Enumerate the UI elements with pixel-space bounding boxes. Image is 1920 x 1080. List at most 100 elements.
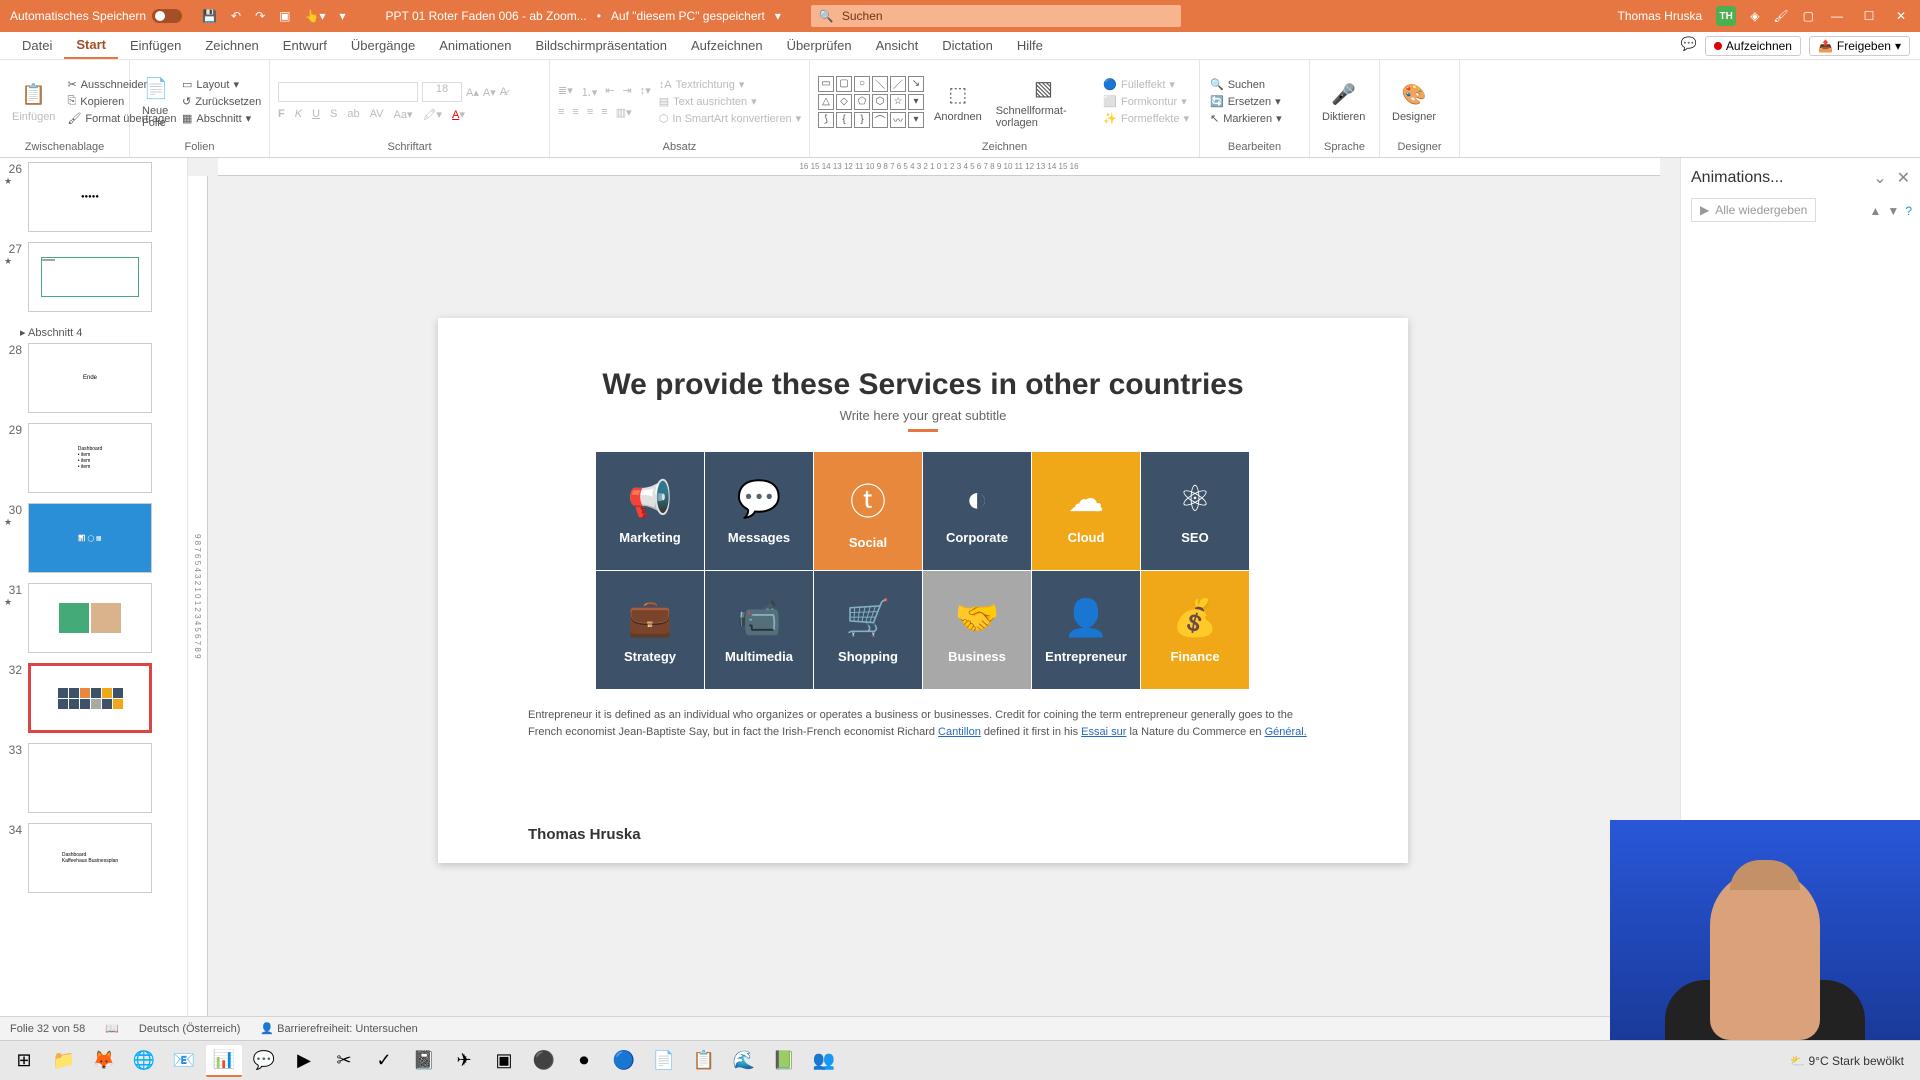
- tab-start[interactable]: Start: [64, 32, 118, 59]
- tab-dictation[interactable]: Dictation: [930, 32, 1005, 59]
- section-header[interactable]: ▸ Abschnitt 4: [4, 322, 183, 343]
- comments-icon[interactable]: 💬: [1681, 36, 1697, 56]
- new-slide-button[interactable]: 📄Neue Folie: [138, 73, 174, 131]
- slide-content[interactable]: We provide these Services in other count…: [438, 318, 1408, 863]
- slide-thumb-33[interactable]: [28, 743, 152, 813]
- vlc-icon[interactable]: ▶: [286, 1045, 322, 1077]
- undo-icon[interactable]: ↶: [231, 9, 241, 23]
- slide-canvas[interactable]: 16 15 14 13 12 11 10 9 8 7 6 5 4 3 2 1 0…: [188, 158, 1680, 1016]
- slide-thumb-32[interactable]: [28, 663, 152, 733]
- redo-icon[interactable]: ↷: [255, 9, 265, 23]
- app3-icon[interactable]: 📋: [686, 1045, 722, 1077]
- window-icon[interactable]: ▢: [1803, 9, 1814, 23]
- chevron-down-icon[interactable]: ▾: [775, 9, 781, 23]
- word-icon[interactable]: 📄: [646, 1045, 682, 1077]
- outlook-icon[interactable]: 📧: [166, 1045, 202, 1077]
- arrange-button[interactable]: ⬚Anordnen: [930, 79, 986, 125]
- touch-icon[interactable]: 👆▾: [305, 9, 326, 23]
- accessibility-status[interactable]: 👤 Barrierefreiheit: Untersuchen: [260, 1022, 417, 1035]
- tab-entwurf[interactable]: Entwurf: [271, 32, 339, 59]
- layout-button[interactable]: ▭ Layout ▾: [180, 77, 263, 92]
- record-button[interactable]: Aufzeichnen: [1705, 36, 1801, 56]
- slide-thumb-26[interactable]: ●●●●●: [28, 162, 152, 232]
- snip-icon[interactable]: ✂: [326, 1045, 362, 1077]
- tile-marketing[interactable]: 📢Marketing: [596, 452, 704, 570]
- spell-icon[interactable]: 📖: [105, 1022, 119, 1035]
- slide-thumb-28[interactable]: Ende: [28, 343, 152, 413]
- select-button[interactable]: ↖ Markieren ▾: [1208, 111, 1284, 126]
- present-icon[interactable]: ▣: [279, 9, 290, 23]
- telegram-icon[interactable]: ✈: [446, 1045, 482, 1077]
- brush-icon[interactable]: 🖌: [1773, 9, 1788, 23]
- powerpoint-icon[interactable]: 📊: [206, 1045, 242, 1077]
- excel-icon[interactable]: 📗: [766, 1045, 802, 1077]
- pane-close-icon[interactable]: ✕: [1897, 168, 1910, 188]
- share-button[interactable]: 📤Freigeben▾: [1809, 36, 1910, 56]
- author-name[interactable]: Thomas Hruska: [528, 826, 641, 843]
- diamond-icon[interactable]: ◈: [1750, 9, 1759, 23]
- skype-icon[interactable]: 💬: [246, 1045, 282, 1077]
- firefox-icon[interactable]: 🦊: [86, 1045, 122, 1077]
- find-button[interactable]: 🔍 Suchen: [1208, 77, 1284, 92]
- more-icon[interactable]: ▾: [339, 9, 345, 23]
- tile-cloud[interactable]: ☁Cloud: [1032, 452, 1140, 570]
- onenote-icon[interactable]: 📓: [406, 1045, 442, 1077]
- slide-thumb-34[interactable]: DashboardKaffeehaus Businessplan: [28, 823, 152, 893]
- slide-thumb-30[interactable]: 📊 ◯ ▦: [28, 503, 152, 573]
- todoist-icon[interactable]: ✓: [366, 1045, 402, 1077]
- tile-corporate[interactable]: ◐Corporate: [923, 452, 1031, 570]
- tab-uebergaenge[interactable]: Übergänge: [339, 32, 427, 59]
- shapes-gallery[interactable]: ▭▢○＼／↘ △◇⬠⬡☆▾ ⟆{}⌒〰▾: [818, 76, 924, 128]
- pane-collapse-icon[interactable]: ⌄: [1873, 168, 1886, 188]
- record-icon[interactable]: ⏺: [566, 1045, 602, 1077]
- help-icon[interactable]: ?: [1905, 204, 1912, 218]
- tile-messages[interactable]: 💬Messages: [705, 452, 813, 570]
- tiles-grid[interactable]: 📢Marketing 💬Messages ⓣSocial ◐Corporate …: [596, 452, 1250, 689]
- tile-social[interactable]: ⓣSocial: [814, 452, 922, 570]
- tab-zeichnen[interactable]: Zeichnen: [193, 32, 270, 59]
- reset-button[interactable]: ↺ Zurücksetzen: [180, 94, 263, 109]
- tab-datei[interactable]: Datei: [10, 32, 64, 59]
- tile-entrepreneur[interactable]: 👤Entrepreneur: [1032, 571, 1140, 689]
- minimize-button[interactable]: —: [1828, 9, 1846, 23]
- close-button[interactable]: ✕: [1892, 9, 1910, 23]
- tab-hilfe[interactable]: Hilfe: [1005, 32, 1055, 59]
- tab-aufzeichnen[interactable]: Aufzeichnen: [679, 32, 775, 59]
- tile-shopping[interactable]: 🛒Shopping: [814, 571, 922, 689]
- tile-business[interactable]: 🤝Business: [923, 571, 1031, 689]
- user-avatar[interactable]: TH: [1716, 6, 1736, 26]
- app-icon[interactable]: ▣: [486, 1045, 522, 1077]
- tile-seo[interactable]: ⚛SEO: [1141, 452, 1249, 570]
- tab-animationen[interactable]: Animationen: [427, 32, 523, 59]
- save-icon[interactable]: 💾: [202, 9, 217, 23]
- tab-ueberpruefen[interactable]: Überprüfen: [775, 32, 864, 59]
- autosave-toggle[interactable]: Automatisches Speichern: [0, 9, 192, 23]
- slide-thumb-27[interactable]: ═══: [28, 242, 152, 312]
- tile-multimedia[interactable]: 📹Multimedia: [705, 571, 813, 689]
- designer-button[interactable]: 🎨Designer: [1388, 79, 1440, 125]
- slide-counter[interactable]: Folie 32 von 58: [10, 1023, 85, 1035]
- chrome-icon[interactable]: 🌐: [126, 1045, 162, 1077]
- section-button[interactable]: ▦ Abschnitt ▾: [180, 111, 263, 126]
- slide-title[interactable]: We provide these Services in other count…: [528, 368, 1318, 402]
- dictate-button[interactable]: 🎤Diktieren: [1318, 79, 1369, 125]
- start-button[interactable]: ⊞: [6, 1045, 42, 1077]
- teams-icon[interactable]: 👥: [806, 1045, 842, 1077]
- edge-icon[interactable]: 🌊: [726, 1045, 762, 1077]
- slide-thumb-31[interactable]: [28, 583, 152, 653]
- tab-einfuegen[interactable]: Einfügen: [118, 32, 193, 59]
- quick-styles-button[interactable]: ▧Schnellformat-vorlagen: [992, 73, 1096, 131]
- slide-thumb-29[interactable]: Dashboard• item• item• item: [28, 423, 152, 493]
- user-name[interactable]: Thomas Hruska: [1617, 9, 1702, 23]
- tile-finance[interactable]: 💰Finance: [1141, 571, 1249, 689]
- obs-icon[interactable]: ⚫: [526, 1045, 562, 1077]
- explorer-icon[interactable]: 📁: [46, 1045, 82, 1077]
- app2-icon[interactable]: 🔵: [606, 1045, 642, 1077]
- maximize-button[interactable]: ☐: [1860, 9, 1878, 23]
- tab-bildschirm[interactable]: Bildschirmpräsentation: [523, 32, 679, 59]
- description-text[interactable]: Entrepreneur it is defined as an individ…: [528, 707, 1318, 740]
- replace-button[interactable]: 🔄 Ersetzen ▾: [1208, 94, 1284, 109]
- search-box[interactable]: 🔍 Suchen: [811, 5, 1181, 27]
- language-status[interactable]: Deutsch (Österreich): [139, 1023, 240, 1035]
- tile-strategy[interactable]: 💼Strategy: [596, 571, 704, 689]
